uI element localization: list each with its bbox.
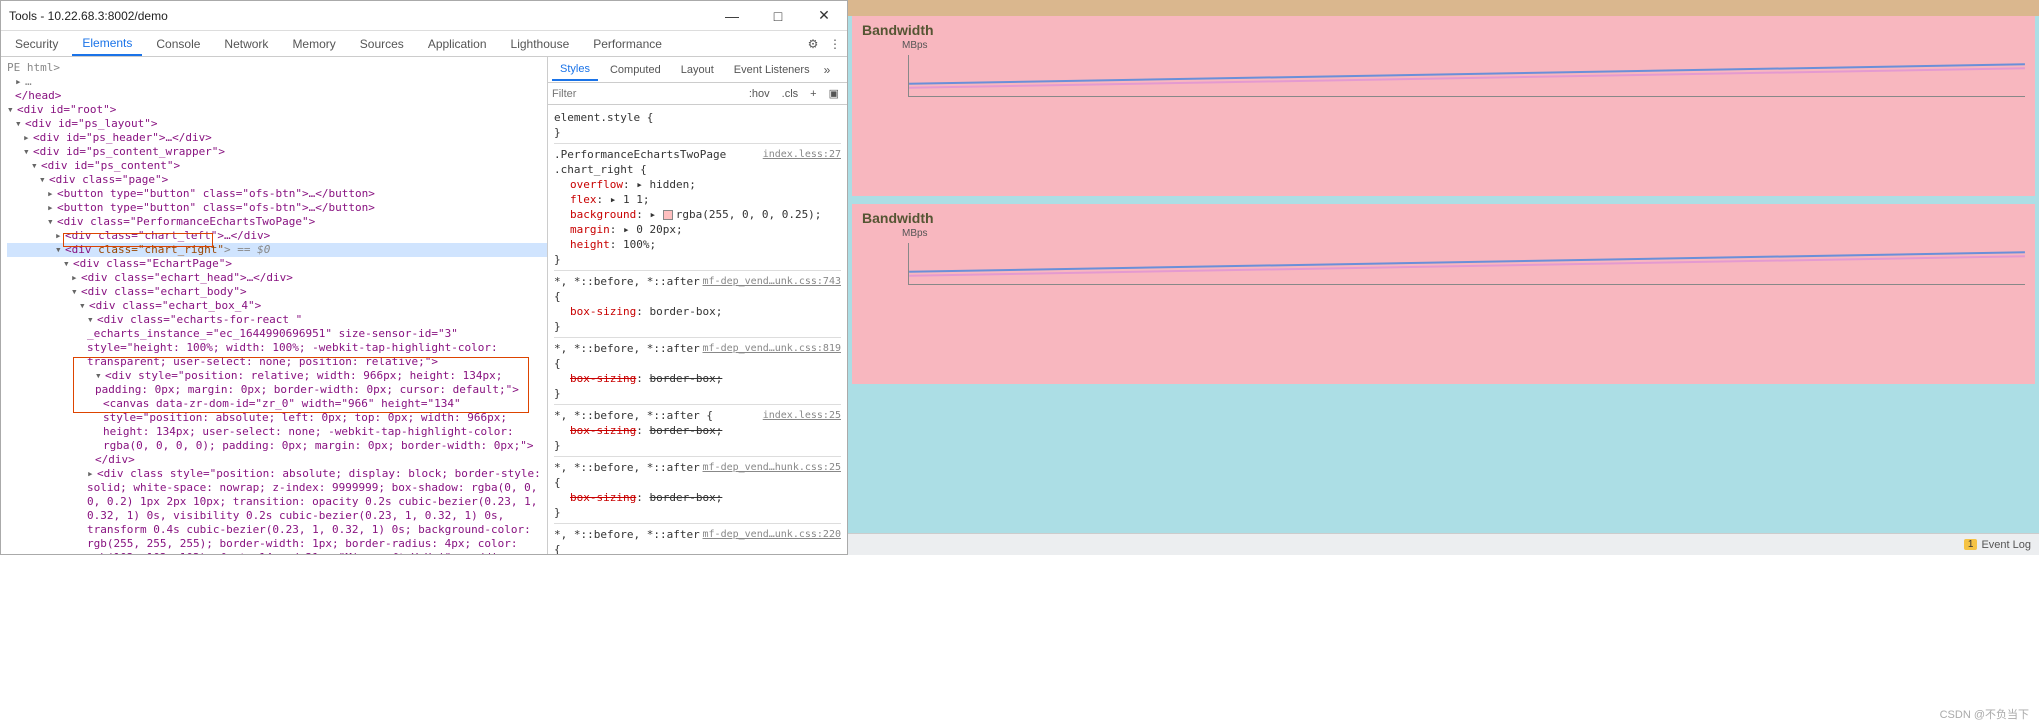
tab-application[interactable]: Application [418, 33, 497, 55]
dom-line[interactable]: ▸<div class style="position: absolute; d… [7, 467, 547, 554]
styles-tab-layout[interactable]: Layout [673, 60, 722, 80]
maximize-button[interactable]: □ [755, 1, 801, 31]
rule-chart-right[interactable]: index.less:27 .PerformanceEchartsTwoPage… [554, 144, 841, 271]
dom-line[interactable]: ▸<div class="chart_left">…</div> [7, 229, 547, 243]
dom-line[interactable]: ▾<div class="echart_box_4"> [7, 299, 547, 313]
rule-element-style[interactable]: element.style { } [554, 107, 841, 144]
rule-star[interactable]: mf-dep_vend…unk.css:220 *, *::before, *:… [554, 524, 841, 554]
dom-line[interactable]: ▸<div class="echart_head">…</div> [7, 271, 547, 285]
tab-memory[interactable]: Memory [282, 33, 345, 55]
minimize-button[interactable]: — [709, 1, 755, 31]
ide-statusbar: 1Event Log [848, 533, 2039, 555]
main-split: PE html> ▸… </head> ▾<div id="root"> ▾<d… [1, 57, 847, 554]
app-body: Bandwidth MBps Bandwidth MBps [848, 16, 2039, 533]
styles-tab-styles[interactable]: Styles [552, 59, 598, 81]
dom-line[interactable]: ▸… [7, 75, 547, 89]
source-link[interactable]: mf-dep_vend…hunk.css:25 [703, 460, 841, 475]
chart-plot [908, 55, 2025, 97]
tab-lighthouse[interactable]: Lighthouse [501, 33, 580, 55]
chart-plot [908, 243, 2025, 285]
styles-tab-more-icon[interactable]: » [824, 63, 831, 77]
hov-toggle[interactable]: :hov [745, 88, 774, 100]
devtools-tabbar: Security Elements Console Network Memory… [1, 31, 847, 57]
gear-icon[interactable]: ⚙ [805, 36, 821, 52]
devtools-window: Tools - 10.22.68.3:8002/demo — □ ✕ Secur… [0, 0, 848, 555]
chart-series-pink [909, 67, 2025, 88]
dom-line[interactable]: ▾<div style="position: relative; width: … [7, 369, 547, 397]
cls-toggle[interactable]: .cls [778, 88, 803, 100]
tab-console[interactable]: Console [146, 33, 210, 55]
ide-eventlog[interactable]: 1Event Log [1964, 539, 2031, 551]
warn-badge: 1 [1964, 539, 1978, 550]
app-header-strip [848, 0, 2039, 16]
dom-line[interactable]: ▾<div class="page"> [7, 173, 547, 187]
dom-line[interactable]: </div> [7, 453, 547, 467]
window-title: Tools - 10.22.68.3:8002/demo [1, 9, 168, 23]
tab-sources[interactable]: Sources [350, 33, 414, 55]
dom-line[interactable]: ▾<div class="echart_body"> [7, 285, 547, 299]
window-controls: — □ ✕ [709, 1, 847, 31]
source-link[interactable]: index.less:27 [763, 147, 841, 162]
dom-line-selected[interactable]: ▾<div class="chart_right"> == $0 [7, 243, 547, 257]
styles-tab-eventlisteners[interactable]: Event Listeners [726, 60, 818, 80]
tab-elements[interactable]: Elements [72, 32, 142, 56]
titlebar: Tools - 10.22.68.3:8002/demo — □ ✕ [1, 1, 847, 31]
dom-line[interactable]: ▸<div id="ps_header">…</div> [7, 131, 547, 145]
more-icon[interactable]: ⋮ [827, 36, 843, 52]
app-preview: Bandwidth MBps Bandwidth MBps 1Event Log [848, 0, 2039, 555]
dom-line[interactable]: ▾<div class="echarts-for-react " _echart… [7, 313, 547, 369]
color-swatch-icon[interactable] [663, 210, 673, 220]
styles-panel: Styles Computed Layout Event Listeners »… [547, 57, 847, 554]
dom-line[interactable]: ▾<div id="ps_layout"> [7, 117, 547, 131]
chart-card-2: Bandwidth MBps [852, 204, 2035, 384]
chart-unit: MBps [862, 228, 2025, 239]
rule-star[interactable]: mf-dep_vend…unk.css:743 *, *::before, *:… [554, 271, 841, 338]
close-button[interactable]: ✕ [801, 1, 847, 31]
styles-rules[interactable]: element.style { } index.less:27 .Perform… [548, 105, 847, 554]
chart-unit: MBps [862, 40, 2025, 51]
dom-line[interactable]: ▾<div id="ps_content"> [7, 159, 547, 173]
tab-network[interactable]: Network [214, 33, 278, 55]
dom-line[interactable]: ▾<div id="root"> [7, 103, 547, 117]
dom-line[interactable]: </head> [7, 89, 547, 103]
dom-line[interactable]: ▾<div class="EchartPage"> [7, 257, 547, 271]
styles-filter-row: :hov .cls + ▣ [548, 83, 847, 105]
dom-line[interactable]: ▾<div id="ps_content_wrapper"> [7, 145, 547, 159]
chart-series-blue [909, 251, 2025, 272]
new-rule-icon[interactable]: + [806, 88, 820, 100]
source-link[interactable]: mf-dep_vend…unk.css:819 [703, 341, 841, 356]
dom-line[interactable]: ▾<div class="PerformanceEchartsTwoPage"> [7, 215, 547, 229]
chart-title: Bandwidth [862, 22, 2025, 38]
source-link[interactable]: mf-dep_vend…unk.css:220 [703, 527, 841, 542]
rule-star[interactable]: mf-dep_vend…unk.css:819 *, *::before, *:… [554, 338, 841, 405]
tab-security[interactable]: Security [5, 33, 68, 55]
source-link[interactable]: index.less:25 [763, 408, 841, 423]
rule-star[interactable]: mf-dep_vend…hunk.css:25 *, *::before, *:… [554, 457, 841, 524]
styles-tabbar: Styles Computed Layout Event Listeners » [548, 57, 847, 83]
box-model-icon[interactable]: ▣ [825, 87, 843, 100]
dom-line[interactable]: PE html> [7, 61, 547, 75]
dom-line[interactable]: ▸<button type="button" class="ofs-btn">…… [7, 187, 547, 201]
tab-performance[interactable]: Performance [583, 33, 672, 55]
chart-series-blue [909, 63, 2025, 84]
rule-star[interactable]: index.less:25 *, *::before, *::after { b… [554, 405, 841, 457]
styles-filter-input[interactable] [552, 88, 741, 100]
dom-tree[interactable]: PE html> ▸… </head> ▾<div id="root"> ▾<d… [1, 57, 547, 554]
watermark: CSDN @不负当下 [1940, 706, 2029, 722]
styles-tab-computed[interactable]: Computed [602, 60, 669, 80]
chart-title: Bandwidth [862, 210, 2025, 226]
chart-series-pink [909, 255, 2025, 276]
dom-line[interactable]: ▸<button type="button" class="ofs-btn">…… [7, 201, 547, 215]
chart-card-1: Bandwidth MBps [852, 16, 2035, 196]
source-link[interactable]: mf-dep_vend…unk.css:743 [703, 274, 841, 289]
dom-line[interactable]: <canvas data-zr-dom-id="zr_0" width="966… [7, 397, 547, 453]
